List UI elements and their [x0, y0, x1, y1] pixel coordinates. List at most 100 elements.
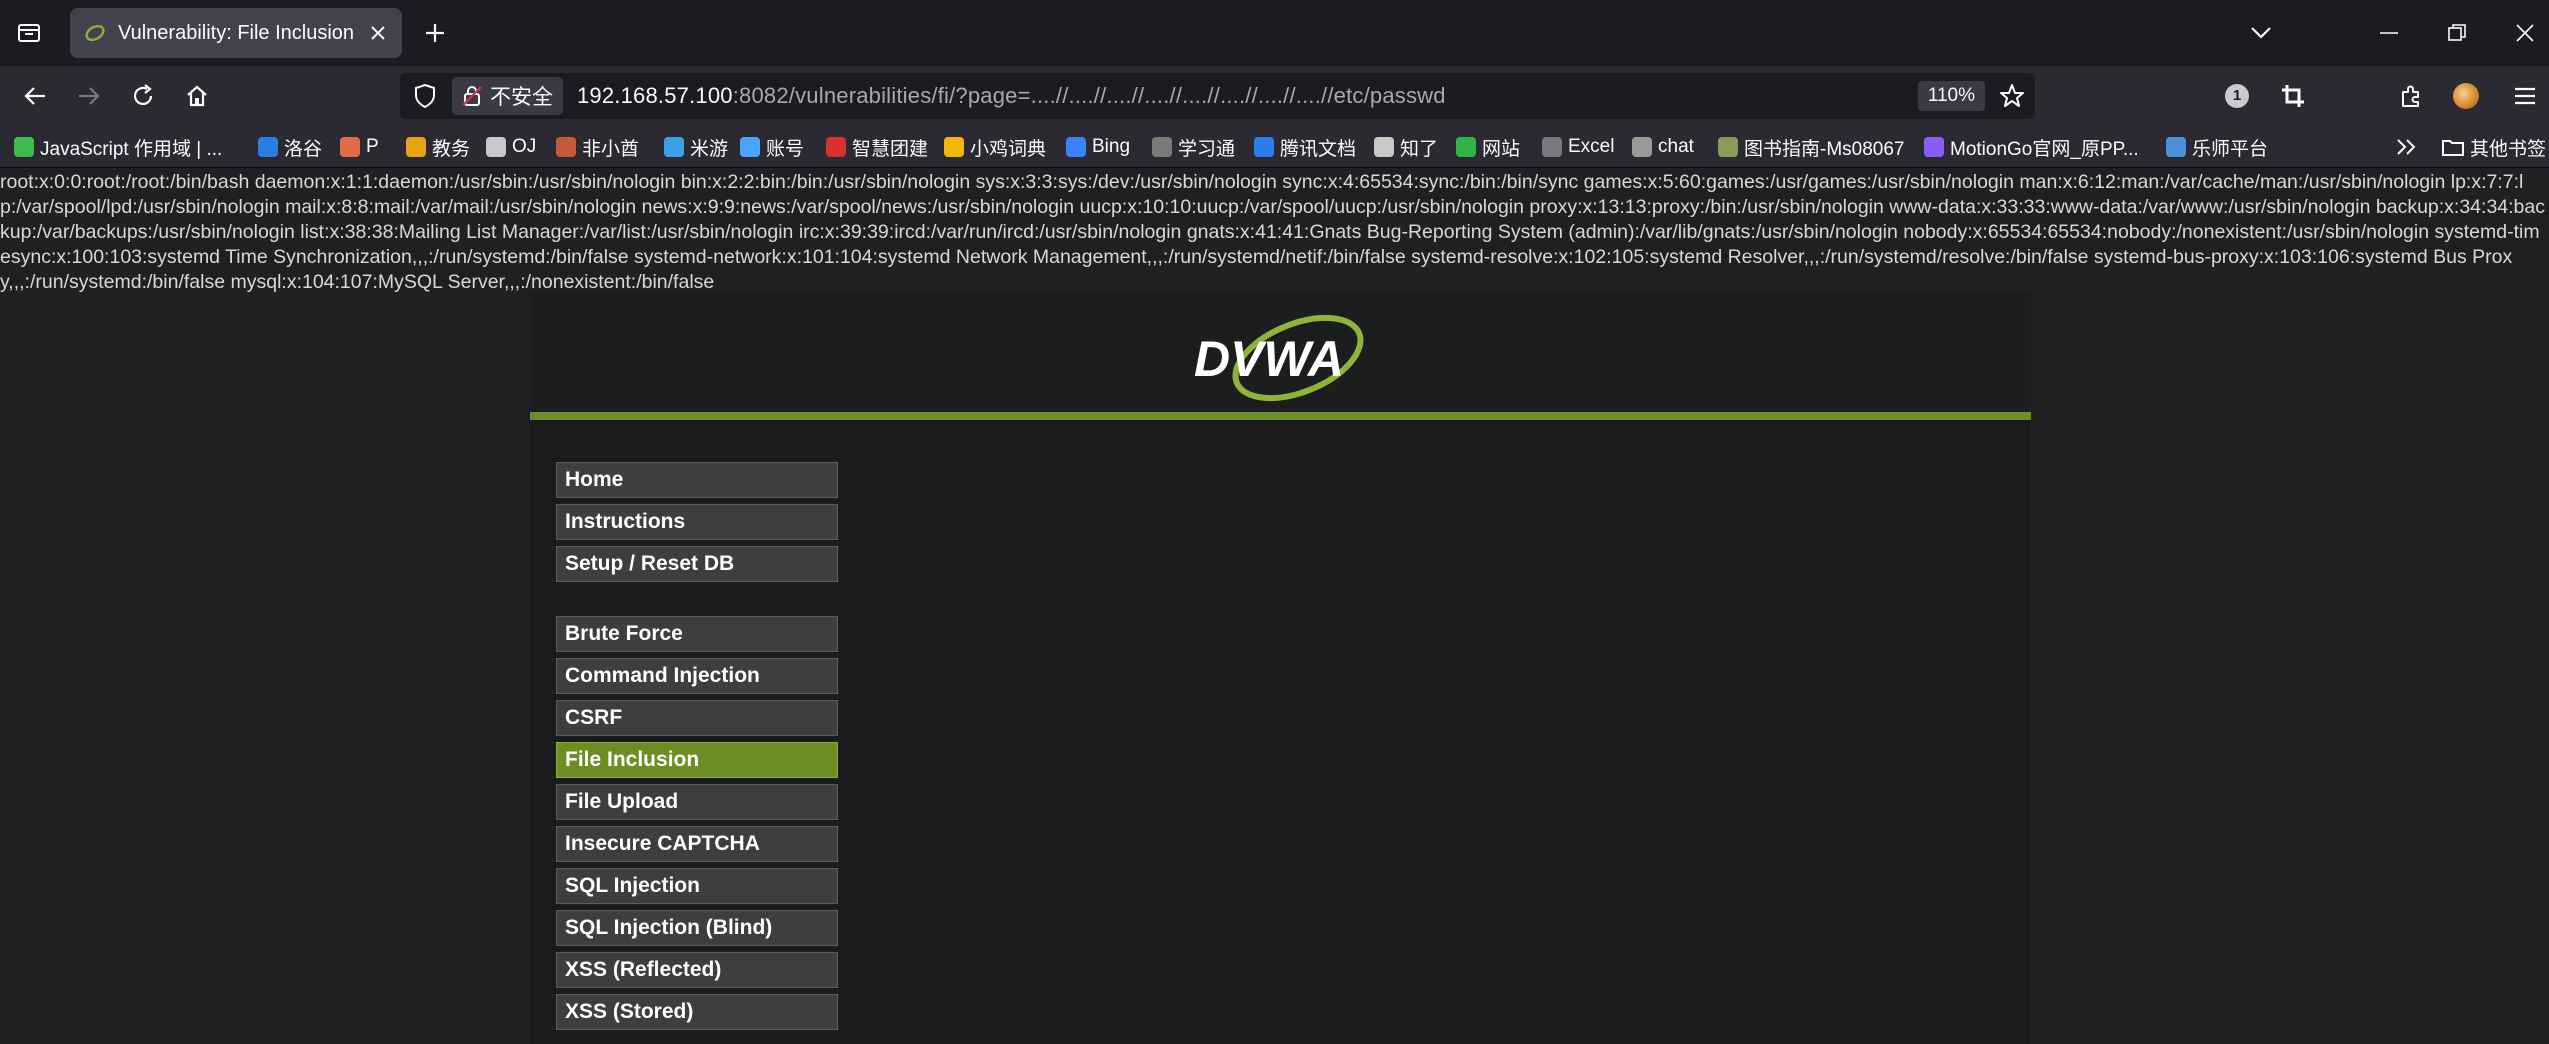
extension-counter-icon[interactable]: 1 [2222, 81, 2252, 111]
bookmark-item[interactable]: 智慧团建 [826, 126, 928, 168]
menu-item-setup-reset-db[interactable]: Setup / Reset DB [556, 546, 838, 582]
navigation-toolbar: 不安全 192.168.57.100:8082/vulnerabilities/… [0, 66, 2549, 126]
dvwa-container: DVWA Home Instructions Setup / Reset DB Bru… [530, 292, 2031, 1044]
bookmark-label: 智慧团建 [852, 138, 929, 160]
tab-manager-icon[interactable] [14, 20, 44, 46]
crop-tool-icon[interactable] [2278, 81, 2308, 111]
menu-item-command-injection[interactable]: Command Injection [556, 658, 838, 694]
globe-icon [1374, 137, 1394, 157]
bookmark-item[interactable]: 洛谷 [258, 126, 322, 168]
insecure-label: 不安全 [490, 86, 553, 109]
tracking-shield-icon[interactable] [412, 83, 438, 109]
forward-icon[interactable] [74, 81, 104, 111]
search-icon [1066, 137, 1086, 157]
cloud-icon [340, 137, 360, 157]
bookmark-item[interactable]: 乐师平台 [2166, 126, 2268, 168]
close-window-icon[interactable] [2510, 18, 2540, 48]
bookmark-label: 网站 [1482, 138, 1521, 160]
list-all-tabs-icon[interactable] [2246, 18, 2276, 48]
bookmark-label: 账号 [766, 138, 805, 160]
bookmark-label: 米游 [690, 138, 729, 160]
motiongo-icon [1924, 137, 1944, 157]
page-content: root:x:0:0:root:/root:/bin/bash daemon:x… [0, 168, 2549, 1044]
restore-icon[interactable] [2442, 18, 2472, 48]
minimize-icon[interactable] [2374, 18, 2404, 48]
luogu-icon [258, 137, 278, 157]
bookmark-item[interactable]: 非小酋 [556, 126, 639, 168]
bookmark-label: Bing [1092, 136, 1131, 157]
dvwa-logo-text: DVWA [1194, 331, 1344, 387]
bookmark-label: 非小酋 [582, 138, 640, 160]
globe-icon [486, 137, 506, 157]
bookmark-label: chat [1658, 136, 1694, 157]
url-text[interactable]: 192.168.57.100:8082/vulnerabilities/fi/?… [577, 83, 1446, 109]
url-host: 192.168.57.100 [577, 83, 733, 108]
miyou-icon [664, 137, 684, 157]
extensions-icon[interactable] [2396, 81, 2426, 111]
bookmark-label: 知了 [1400, 138, 1439, 160]
bookmark-item[interactable]: Excel [1542, 126, 1614, 168]
address-bar[interactable]: 不安全 192.168.57.100:8082/vulnerabilities/… [400, 73, 2035, 119]
dvwa-header: DVWA [530, 292, 2031, 420]
menu-item-insecure-captcha[interactable]: Insecure CAPTCHA [556, 826, 838, 862]
menu-item-csrf[interactable]: CSRF [556, 700, 838, 736]
chick-icon [944, 137, 964, 157]
js-icon [14, 137, 34, 157]
bookmark-item[interactable]: chat [1632, 126, 1694, 168]
menu-item-sql-injection[interactable]: SQL Injection [556, 868, 838, 904]
bookmark-label: 小鸡词典 [970, 138, 1047, 160]
bookmark-item[interactable]: 知了 [1374, 126, 1438, 168]
bookmark-label: JavaScript 作用域 | ... [40, 138, 223, 160]
bookmark-label: 乐师平台 [2192, 138, 2269, 160]
bookmark-star-icon[interactable] [1999, 83, 2025, 109]
bookmark-item[interactable]: 腾讯文档 [1254, 126, 1356, 168]
bookmark-item[interactable]: JavaScript 作用域 | ... [14, 126, 222, 168]
menu-item-instructions[interactable]: Instructions [556, 504, 838, 540]
reload-icon[interactable] [128, 81, 158, 111]
insecure-lock-icon [462, 86, 482, 106]
connection-insecure-chip[interactable]: 不安全 [452, 77, 563, 115]
menu-item-xss-reflected[interactable]: XSS (Reflected) [556, 952, 838, 988]
fox-icon [556, 137, 576, 157]
back-icon[interactable] [20, 81, 50, 111]
bookmark-item[interactable]: 学习通 [1152, 126, 1235, 168]
account-avatar-icon[interactable] [2451, 81, 2481, 111]
close-tab-icon[interactable] [366, 21, 390, 45]
book-icon [1718, 137, 1738, 157]
bookmark-label: MotionGo官网_原PP... [1950, 138, 2139, 160]
bookmark-item[interactable]: 网站 [1456, 126, 1520, 168]
menu-item-file-upload[interactable]: File Upload [556, 784, 838, 820]
dvwa-logo[interactable]: DVWA [1190, 310, 1370, 410]
url-path: :8082/vulnerabilities/fi/?page=....//...… [732, 83, 1446, 108]
bookmark-item[interactable]: 账号 [740, 126, 804, 168]
extension-badge: 1 [2225, 84, 2249, 108]
other-bookmarks-label: 其他书签 [2470, 138, 2547, 160]
bookmark-item[interactable]: OJ [486, 126, 536, 168]
bookmark-item[interactable]: 小鸡词典 [944, 126, 1046, 168]
tdoc-icon [1254, 137, 1274, 157]
bookmark-item[interactable]: 教务 [406, 126, 470, 168]
new-tab-icon[interactable] [420, 18, 450, 48]
bookmark-item[interactable]: 米游 [664, 126, 728, 168]
bookmark-item[interactable]: MotionGo官网_原PP... [1924, 126, 2139, 168]
menu-item-brute-force[interactable]: Brute Force [556, 616, 838, 652]
bookmark-item[interactable]: Bing [1066, 126, 1130, 168]
bookmark-item[interactable]: 图书指南-Ms08067 [1718, 126, 1905, 168]
tab-active[interactable]: Vulnerability: File Inclusion :: Damn Vu… [70, 8, 402, 58]
home-icon[interactable] [182, 81, 212, 111]
included-file-output: root:x:0:0:root:/root:/bin/bash daemon:x… [0, 171, 2545, 293]
openai-icon [1632, 137, 1652, 157]
lesson-icon [2166, 137, 2186, 157]
menu-item-xss-stored[interactable]: XSS (Stored) [556, 994, 838, 1030]
bookmark-label: 洛谷 [284, 138, 323, 160]
other-bookmarks-folder[interactable]: 其他书签 [2442, 126, 2546, 168]
more-bookmarks-chevron-icon[interactable] [2396, 126, 2418, 168]
menu-item-file-inclusion[interactable]: File Inclusion [556, 742, 838, 778]
xxt-icon [1152, 137, 1172, 157]
app-menu-icon[interactable] [2510, 81, 2540, 111]
edu-icon [406, 137, 426, 157]
menu-item-sql-injection-blind[interactable]: SQL Injection (Blind) [556, 910, 838, 946]
menu-item-home[interactable]: Home [556, 462, 838, 498]
bookmark-item[interactable]: P [340, 126, 379, 168]
zoom-level-button[interactable]: 110% [1917, 81, 1985, 111]
